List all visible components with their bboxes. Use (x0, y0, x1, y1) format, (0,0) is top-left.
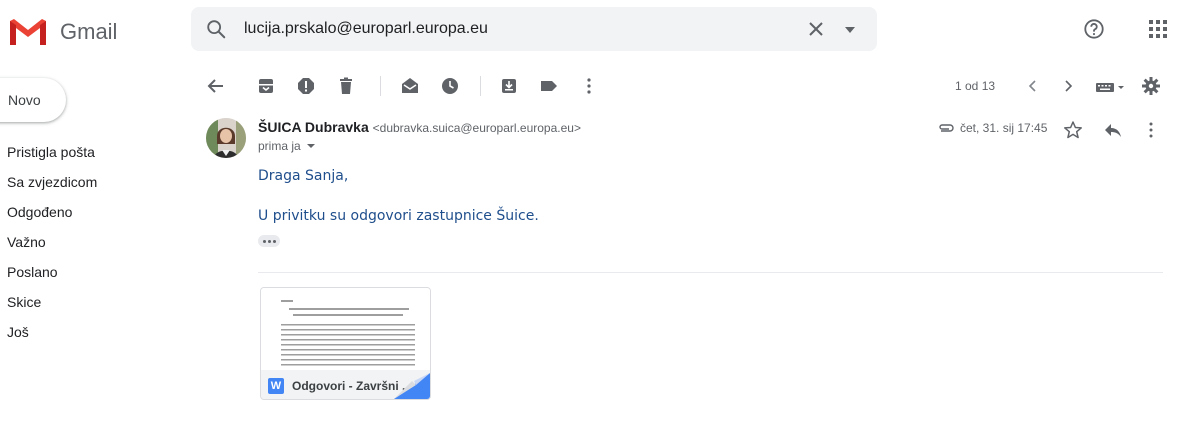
older-icon[interactable] (1058, 76, 1078, 96)
recipient-label: prima ja (258, 139, 301, 153)
snooze-icon[interactable] (440, 76, 460, 96)
dot (272, 239, 276, 243)
dot (262, 239, 266, 243)
message-view: ŠUICA Dubravka <dubravka.suica@europarl.… (190, 108, 1181, 432)
message-toolbar: 1 od 13 (190, 64, 1181, 108)
sender-avatar[interactable] (206, 118, 246, 158)
keyboard-icon[interactable] (1095, 76, 1127, 96)
reply-icon[interactable] (1103, 122, 1123, 138)
app-name: Gmail (60, 19, 118, 44)
recipient-line[interactable]: prima ja (258, 139, 315, 153)
label-icon[interactable] (539, 76, 559, 96)
show-details-caret-icon[interactable] (306, 143, 315, 149)
search-options-caret-icon[interactable] (845, 26, 855, 34)
search-bar[interactable]: lucija.prskalo@europarl.europa.eu (191, 7, 877, 51)
gmail-logo[interactable]: Gmail (8, 14, 117, 50)
newer-icon[interactable] (1023, 76, 1043, 96)
compose-button[interactable]: Novo (0, 78, 66, 122)
back-arrow-icon[interactable] (206, 76, 226, 96)
message-meta: čet, 31. sij 17:45 (937, 121, 1047, 135)
toolbar-divider (480, 76, 481, 96)
sidebar: Novo Pristigla pošta Sa zvjezdicom Odgođ… (0, 64, 190, 432)
move-to-icon[interactable] (499, 76, 519, 96)
word-doc-icon: W (268, 377, 284, 394)
attachment-corner-fold-icon (394, 373, 430, 399)
show-trimmed-content-button[interactable] (258, 235, 280, 247)
dot (267, 239, 271, 243)
search-input[interactable]: lucija.prskalo@europarl.europa.eu (244, 7, 488, 51)
top-bar: Gmail lucija.prskalo@europarl.europa.eu (0, 0, 1181, 64)
sidebar-nav: Pristigla pošta Sa zvjezdicom Odgođeno V… (0, 137, 97, 347)
report-spam-icon[interactable] (296, 76, 316, 96)
mark-unread-icon[interactable] (400, 76, 420, 96)
settings-icon[interactable] (1141, 76, 1161, 96)
attachment-card[interactable]: W Odgovori - Završni ... (260, 287, 431, 400)
avatar-photo-icon (206, 118, 246, 158)
help-icon[interactable] (1083, 18, 1105, 40)
sidebar-item-inbox[interactable]: Pristigla pošta (0, 137, 97, 167)
toolbar-divider (380, 76, 381, 96)
sidebar-item-sent[interactable]: Poslano (0, 257, 97, 287)
archive-icon[interactable] (256, 76, 276, 96)
document-preview-icon (281, 300, 415, 366)
apps-grid-icon[interactable] (1148, 19, 1168, 39)
sender-name[interactable]: ŠUICA Dubravka (258, 119, 369, 135)
message-more-vert-icon[interactable] (1148, 120, 1154, 140)
attachment-clip-icon (939, 124, 954, 132)
attachment-preview (261, 288, 430, 370)
attachments-divider (258, 272, 1163, 273)
sidebar-item-drafts[interactable]: Skice (0, 287, 97, 317)
sidebar-item-snoozed[interactable]: Odgođeno (0, 197, 97, 227)
more-vert-icon[interactable] (579, 76, 599, 96)
gmail-m-icon (10, 19, 46, 45)
message-greeting: Draga Sanja, (258, 168, 349, 184)
sidebar-item-starred[interactable]: Sa zvjezdicom (0, 167, 97, 197)
pagination-count: 1 od 13 (955, 79, 996, 93)
search-icon[interactable] (205, 18, 227, 40)
sender-line: ŠUICA Dubravka <dubravka.suica@europarl.… (258, 119, 581, 135)
message-date: čet, 31. sij 17:45 (960, 121, 1048, 135)
delete-icon[interactable] (336, 76, 356, 96)
star-icon[interactable] (1063, 120, 1083, 140)
message-body: U privitku su odgovori zastupnice Šuice. (258, 208, 539, 224)
sidebar-item-more[interactable]: Još (0, 317, 97, 347)
clear-search-icon[interactable] (806, 19, 826, 39)
sender-email: <dubravka.suica@europarl.europa.eu> (372, 121, 581, 135)
sidebar-item-important[interactable]: Važno (0, 227, 97, 257)
